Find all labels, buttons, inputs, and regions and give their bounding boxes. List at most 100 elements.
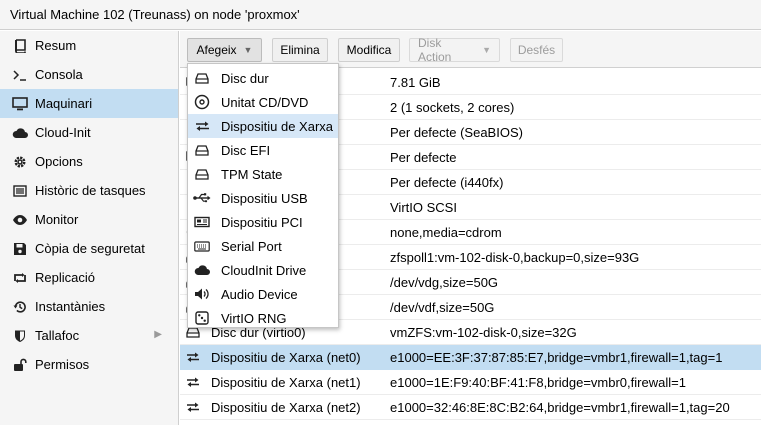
window-titlebar: Virtual Machine 102 (Treunass) on node '… [0, 0, 761, 30]
row-value: Per defecte (SeaBIOS) [390, 125, 523, 140]
hdd-icon [193, 70, 211, 86]
sidebar-item-label: Cloud-Init [35, 125, 91, 140]
row-value: /dev/vdg,size=50G [390, 275, 499, 290]
shield-icon [12, 328, 28, 344]
row-value: /dev/vdf,size=50G [390, 300, 495, 315]
sidebar-item-label: Replicació [35, 270, 95, 285]
usb-icon [193, 190, 211, 206]
terminal-icon [12, 67, 28, 83]
sidebar-item-label: Consola [35, 67, 83, 82]
menu-item-label: Disc dur [221, 70, 269, 86]
menu-item-tpm-state[interactable]: TPM State [188, 162, 338, 186]
row-value: e1000=EE:3F:37:87:85:E7,bridge=vmbr1,fir… [390, 350, 723, 365]
row-value: VirtIO SCSI [390, 200, 457, 215]
monitor-icon [12, 96, 28, 112]
chevron-down-icon: ▼ [243, 45, 253, 55]
edit-button[interactable]: Modifica [338, 38, 400, 62]
pci-card-icon [193, 214, 211, 230]
menu-item-label: Dispositiu de Xarxa [221, 118, 333, 134]
hdd-icon [193, 166, 211, 182]
row-value: Per defecte [390, 150, 457, 165]
sidebar: Resum Consola Maquinari Cloud-Init Opcio… [0, 31, 179, 425]
sidebar-item-historic-tasques[interactable]: Històric de tasques [0, 176, 178, 205]
add-button-label: Afegeix [196, 43, 237, 57]
row-value: vmZFS:vm-102-disk-0,size=32G [390, 325, 577, 340]
sidebar-item-consola[interactable]: Consola [0, 60, 178, 89]
table-row[interactable]: Dispositiu de Xarxa (net0) e1000=EE:3F:3… [180, 345, 761, 370]
book-icon [12, 38, 28, 54]
gear-icon [12, 154, 28, 170]
disk-action-button-label: Disk Action [418, 36, 452, 64]
floppy-icon [12, 241, 28, 257]
network-exchange-icon [186, 400, 200, 414]
sidebar-item-replicacio[interactable]: Replicació [0, 263, 178, 292]
sidebar-item-permisos[interactable]: Permisos [0, 350, 178, 379]
disk-action-button[interactable]: Disk Action ▼ [409, 36, 500, 64]
revert-button-label: Desfés [517, 43, 556, 57]
menu-item-label: Dispositiu PCI [221, 214, 303, 230]
menu-item-pci-device[interactable]: Dispositiu PCI [188, 210, 338, 234]
menu-item-network-device[interactable]: Dispositiu de Xarxa [188, 114, 338, 138]
revert-button[interactable]: Desfés [510, 38, 563, 62]
chevron-down-icon: ▼ [482, 45, 491, 55]
row-value: Per defecte (i440fx) [390, 175, 504, 190]
sidebar-item-label: Instantànies [35, 299, 106, 314]
window-title: Virtual Machine 102 (Treunass) on node '… [10, 7, 300, 22]
menu-item-label: Unitat CD/DVD [221, 94, 309, 110]
menu-item-label: Disc EFI [221, 142, 271, 158]
menu-item-label: Serial Port [221, 238, 282, 254]
sidebar-item-maquinari[interactable]: Maquinari [0, 89, 178, 118]
sidebar-item-cloud-init[interactable]: Cloud-Init [0, 118, 178, 147]
menu-item-cd-dvd[interactable]: Unitat CD/DVD [188, 90, 338, 114]
sidebar-item-opcions[interactable]: Opcions [0, 147, 178, 176]
add-dropdown-menu: Disc dur Unitat CD/DVD Dispositiu de Xar… [187, 63, 339, 328]
sidebar-item-label: Còpia de seguretat [35, 241, 145, 256]
network-exchange-icon [193, 118, 211, 134]
row-key: Dispositiu de Xarxa (net0) [211, 350, 361, 365]
row-key: Dispositiu de Xarxa (net1) [211, 375, 361, 390]
volume-icon [193, 286, 211, 302]
remove-button[interactable]: Elimina [272, 38, 328, 62]
sidebar-item-label: Tallafoc [35, 328, 80, 343]
row-value: none,media=cdrom [390, 225, 502, 240]
menu-item-hard-disk[interactable]: Disc dur [188, 66, 338, 90]
sidebar-item-label: Monitor [35, 212, 79, 227]
cloud-icon [193, 262, 211, 278]
sidebar-item-monitor[interactable]: Monitor [0, 205, 178, 234]
cdrom-icon [193, 94, 211, 110]
eye-icon [12, 212, 28, 228]
sidebar-item-tallafoc[interactable]: Tallafoc ▶ [0, 321, 178, 350]
history-icon [12, 299, 28, 315]
menu-item-usb-device[interactable]: Dispositiu USB [188, 186, 338, 210]
table-row[interactable]: Dispositiu de Xarxa (net2) e1000=32:46:8… [180, 395, 761, 420]
menu-item-virtio-rng[interactable]: VirtIO RNG [188, 306, 338, 330]
row-value: zfspoll1:vm-102-disk-0,backup=0,size=93G [390, 250, 640, 265]
menu-item-label: Audio Device [221, 286, 298, 302]
row-value: 7.81 GiB [390, 75, 441, 90]
row-value: e1000=1E:F9:40:BF:41:F8,bridge=vmbr0,fir… [390, 375, 686, 390]
row-value: e1000=32:46:8E:8C:B2:64,bridge=vmbr1,fir… [390, 400, 730, 415]
table-row[interactable]: Dispositiu de Xarxa (net1) e1000=1E:F9:4… [180, 370, 761, 395]
menu-item-label: VirtIO RNG [221, 310, 287, 326]
sidebar-item-instantanies[interactable]: Instantànies [0, 292, 178, 321]
menu-item-serial-port[interactable]: Serial Port [188, 234, 338, 258]
hdd-icon [193, 142, 211, 158]
remove-button-label: Elimina [280, 43, 320, 57]
sidebar-item-label: Permisos [35, 357, 90, 372]
chevron-right-icon[interactable]: ▶ [154, 329, 162, 340]
menu-item-label: TPM State [221, 166, 283, 182]
edit-button-label: Modifica [346, 43, 392, 57]
sidebar-item-resum[interactable]: Resum [0, 31, 178, 60]
retweet-icon [12, 270, 28, 286]
menu-item-efi-disk[interactable]: Disc EFI [188, 138, 338, 162]
menu-item-audio-device[interactable]: Audio Device [188, 282, 338, 306]
sidebar-item-label: Resum [35, 38, 77, 53]
menu-item-cloudinit-drive[interactable]: CloudInit Drive [188, 258, 338, 282]
network-exchange-icon [186, 375, 200, 389]
add-button[interactable]: Afegeix ▼ [187, 38, 262, 62]
sidebar-item-label: Maquinari [35, 96, 93, 111]
sidebar-item-copia-seguretat[interactable]: Còpia de seguretat [0, 234, 178, 263]
row-value: 2 (1 sockets, 2 cores) [390, 100, 515, 115]
keyboard-icon [193, 238, 211, 254]
cloud-icon [12, 125, 28, 141]
